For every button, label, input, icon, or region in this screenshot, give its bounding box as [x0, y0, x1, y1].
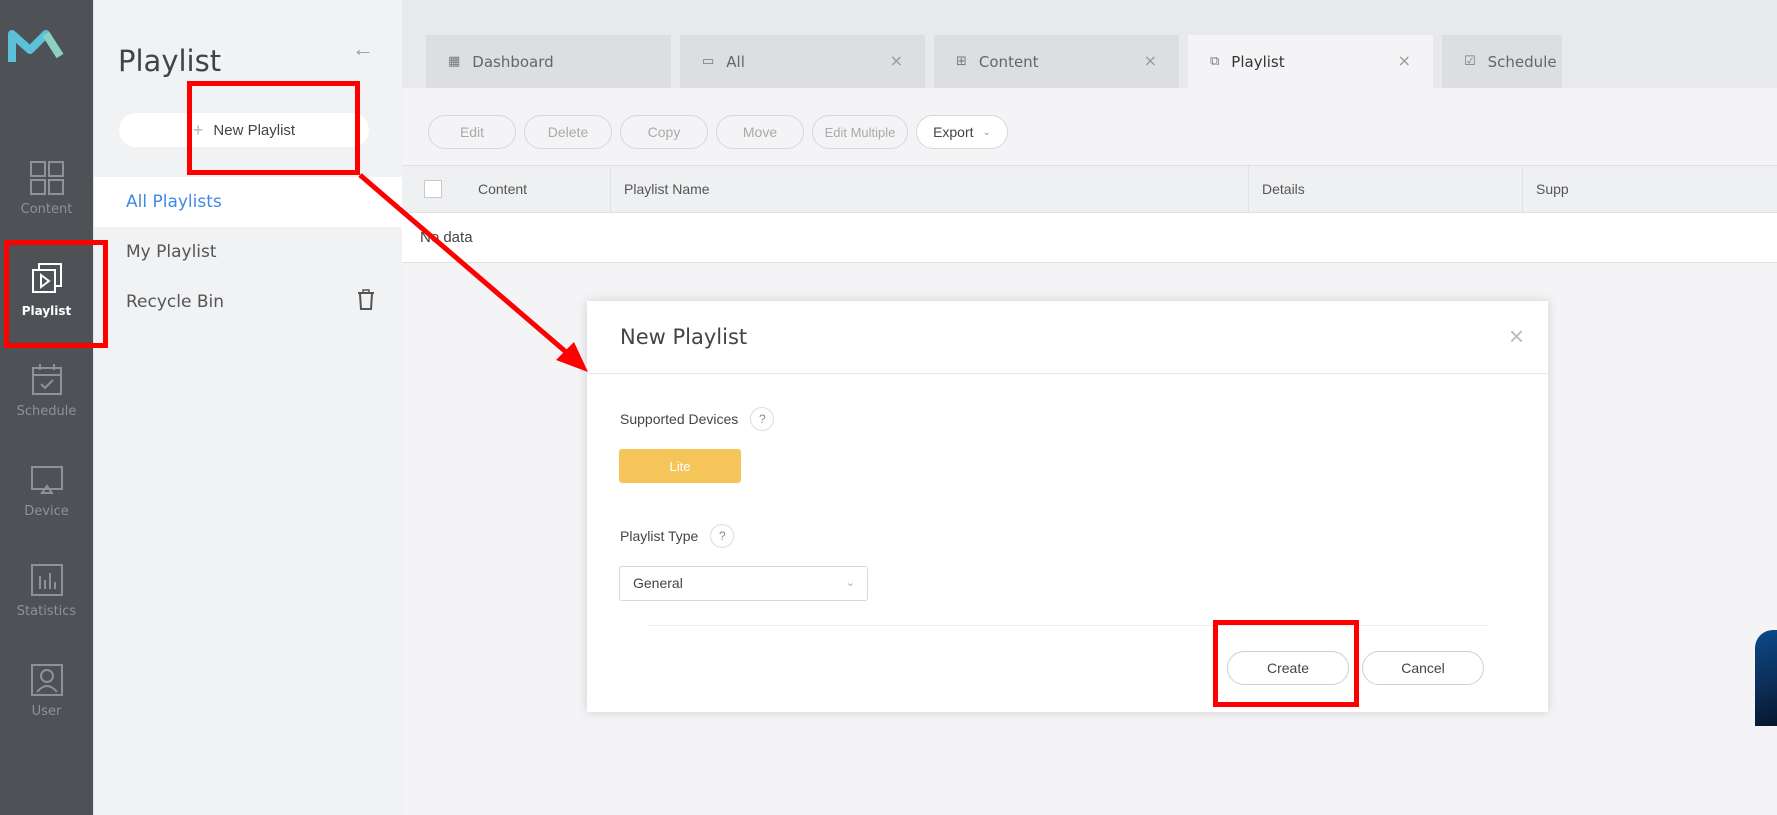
sidebar-item-all-playlists[interactable]: All Playlists — [94, 177, 403, 227]
column-header: Supp — [1536, 181, 1569, 197]
playlist-type-row: Playlist Type ? — [620, 524, 735, 548]
monitor-icon: ▭ — [702, 54, 715, 69]
export-dropdown[interactable]: Export ⌄ — [916, 115, 1008, 149]
sidebar-item-label: My Playlist — [126, 242, 217, 262]
app-logo-icon — [8, 30, 64, 62]
sidebar-item-my-playlist[interactable]: My Playlist — [94, 227, 403, 277]
copy-button[interactable]: Copy — [620, 115, 708, 149]
rail-label: Device — [24, 504, 69, 519]
rail-item-user[interactable]: User — [0, 662, 93, 752]
tab-label: Schedule — [1487, 52, 1557, 71]
export-label: Export — [933, 124, 974, 140]
chevron-down-icon: ⌄ — [982, 126, 991, 138]
rail-label: Schedule — [16, 404, 77, 419]
tab-bar: ▦ Dashboard ▭ All × ⊞ Content × ⧉ Playli… — [426, 35, 1562, 88]
dialog-title: New Playlist — [620, 325, 748, 349]
nav-rail: Content Playlist Schedule Device Statist… — [0, 0, 93, 815]
close-icon[interactable]: × — [1144, 51, 1157, 70]
rail-label: Content — [20, 202, 73, 217]
edit-button[interactable]: Edit — [428, 115, 516, 149]
edit-multiple-button[interactable]: Edit Multiple — [812, 115, 908, 149]
playlist-icon: ⧉ — [1210, 54, 1220, 69]
playlist-type-select[interactable]: General ⌄ — [619, 566, 868, 601]
rail-label: Statistics — [16, 604, 77, 619]
playlist-type-label: Playlist Type — [620, 528, 699, 544]
background-decoration — [1755, 630, 1777, 726]
new-playlist-dialog: New Playlist × Supported Devices ? Lite … — [587, 301, 1548, 712]
help-icon[interactable]: ? — [710, 524, 735, 548]
cancel-button[interactable]: Cancel — [1362, 651, 1484, 685]
tab-label: Content — [978, 52, 1039, 71]
rail-item-device[interactable]: Device — [0, 462, 93, 552]
dashboard-icon: ▦ — [448, 54, 461, 69]
calendar-icon: ☑ — [1464, 54, 1476, 69]
rail-label: User — [31, 704, 62, 719]
tab-label: Dashboard — [472, 52, 554, 71]
sidebar-item-label: All Playlists — [126, 192, 222, 212]
chevron-down-icon: ⌄ — [845, 577, 855, 589]
rail-item-statistics[interactable]: Statistics — [0, 562, 93, 652]
supported-devices-row: Supported Devices ? — [620, 407, 775, 431]
rail-item-schedule[interactable]: Schedule — [0, 362, 93, 452]
tab-content[interactable]: ⊞ Content × — [934, 35, 1179, 88]
trash-icon[interactable] — [357, 289, 375, 311]
tab-all[interactable]: ▭ All × — [680, 35, 925, 88]
sidebar-item-label: Recycle Bin — [126, 292, 225, 312]
content-grid-icon — [29, 161, 64, 195]
highlight-box-new-playlist — [187, 81, 360, 175]
tab-schedule[interactable]: ☑ Schedule — [1442, 35, 1562, 88]
column-header: Playlist Name — [624, 181, 710, 197]
monitor-icon — [30, 466, 63, 494]
divider — [647, 625, 1487, 626]
sidebar-title: Playlist — [118, 44, 222, 78]
column-header: Content — [478, 181, 528, 197]
close-icon[interactable]: × — [890, 51, 903, 70]
supported-devices-label: Supported Devices — [620, 411, 739, 427]
select-all-checkbox[interactable] — [424, 180, 442, 198]
column-divider — [1522, 166, 1523, 214]
tab-playlist[interactable]: ⧉ Playlist × — [1188, 35, 1433, 88]
select-value: General — [633, 575, 683, 591]
rail-item-content[interactable]: Content — [0, 160, 93, 250]
column-divider — [610, 166, 611, 214]
column-header: Details — [1262, 181, 1305, 197]
toolbar: Edit Delete Copy Move Edit Multiple Expo… — [428, 115, 1008, 149]
bar-chart-icon — [30, 564, 63, 596]
tab-dashboard[interactable]: ▦ Dashboard — [426, 35, 671, 88]
close-icon[interactable]: × — [1398, 51, 1411, 70]
collapse-arrow-icon[interactable]: ← — [352, 36, 374, 62]
tab-label: All — [726, 52, 745, 71]
highlight-box-playlist-nav — [4, 240, 108, 348]
lite-device-toggle[interactable]: Lite — [619, 449, 741, 483]
content-grid-icon: ⊞ — [956, 54, 967, 69]
table-header: Content Playlist Name Details Supp — [402, 165, 1777, 214]
calendar-icon — [31, 364, 62, 395]
help-icon[interactable]: ? — [750, 407, 775, 431]
move-button[interactable]: Move — [716, 115, 804, 149]
highlight-box-create — [1213, 620, 1359, 707]
column-divider — [1248, 166, 1249, 214]
close-icon[interactable]: × — [1509, 321, 1524, 352]
delete-button[interactable]: Delete — [524, 115, 612, 149]
divider — [587, 373, 1548, 374]
tab-label: Playlist — [1231, 52, 1285, 71]
empty-table-message: No data — [402, 213, 1777, 263]
sidebar-item-recycle-bin[interactable]: Recycle Bin — [94, 277, 403, 327]
user-icon — [30, 664, 63, 696]
